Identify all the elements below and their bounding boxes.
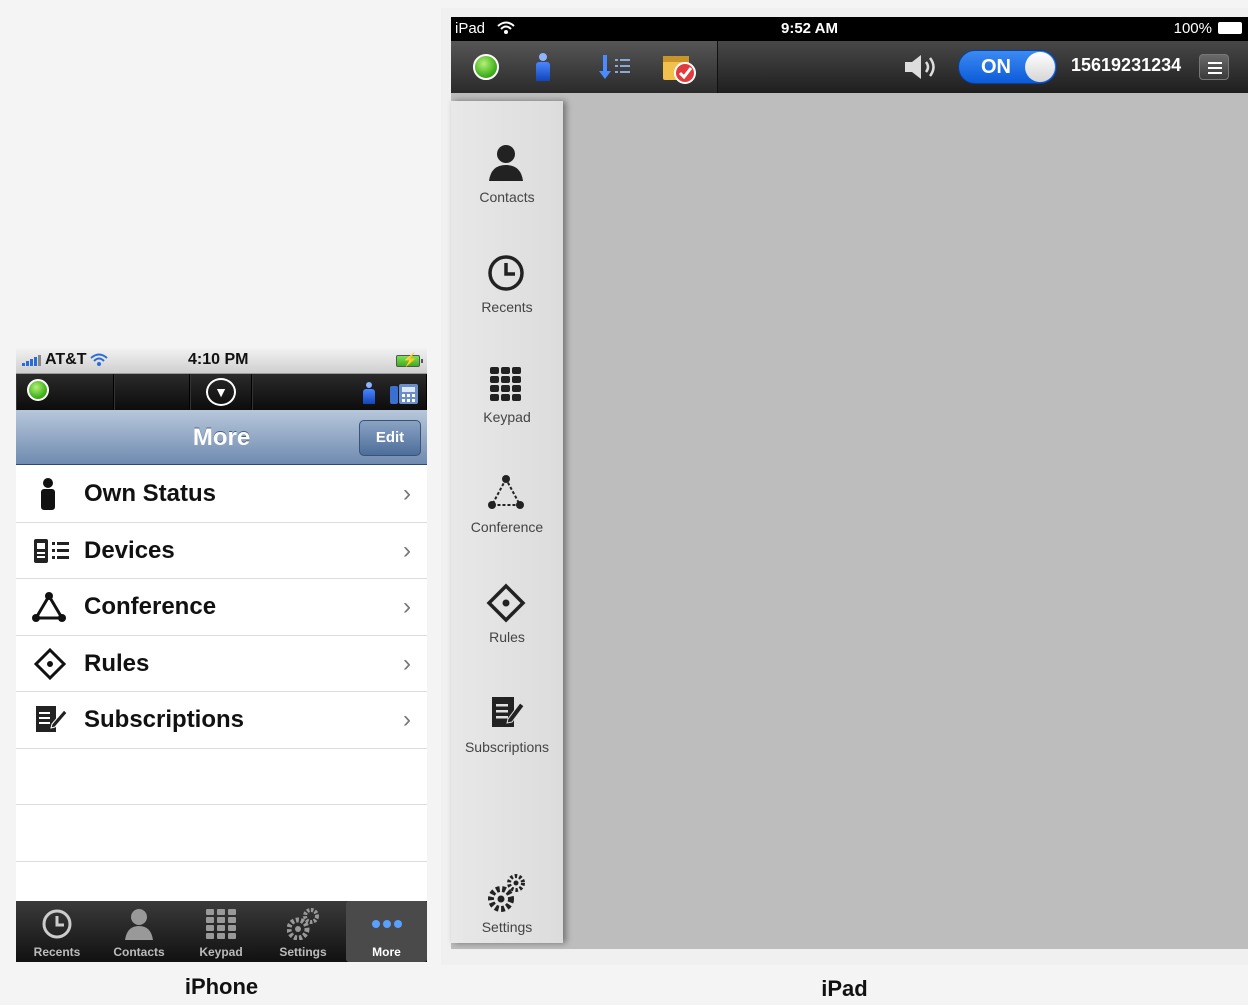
- battery-charging-icon: ⚡: [396, 352, 423, 367]
- clock-icon: [42, 909, 72, 939]
- ipad-toolbar: ON 15619231234: [451, 41, 1248, 93]
- presence-status-icon[interactable]: [473, 54, 499, 80]
- iphone-caption: iPhone: [184, 974, 259, 999]
- person-icon[interactable]: [536, 53, 550, 81]
- sort-list-icon[interactable]: [597, 53, 633, 81]
- sidebar-item-subscriptions[interactable]: Subscriptions: [451, 693, 563, 793]
- desk-phone-icon[interactable]: [390, 382, 418, 404]
- iphone-screen: AT&T 4:10 PM ⚡ ▼ More Edit Own Status › …: [16, 348, 427, 962]
- gears-icon: [287, 908, 319, 940]
- empty-row: [16, 805, 427, 862]
- tab-label: Recents: [33, 945, 81, 959]
- carrier-name: AT&T: [45, 351, 87, 368]
- list-item-devices[interactable]: Devices ›: [16, 523, 427, 579]
- sidebar-item-label: Subscriptions: [464, 739, 550, 755]
- tab-label: Settings: [279, 945, 327, 959]
- sidebar-item-conference[interactable]: Conference: [451, 473, 563, 573]
- keypad-icon: [206, 909, 236, 939]
- gears-icon: [488, 874, 525, 912]
- tab-settings[interactable]: Settings: [262, 901, 344, 962]
- list-item-subscriptions[interactable]: Subscriptions ›: [16, 692, 427, 749]
- signal-bars-icon: [22, 354, 41, 366]
- device-name: iPad: [455, 20, 486, 37]
- presence-status-icon[interactable]: [27, 379, 49, 401]
- keypad-icon: [490, 367, 521, 401]
- conference-icon: [488, 475, 524, 509]
- subscriptions-icon: [492, 697, 525, 727]
- more-dots-icon: [372, 920, 402, 928]
- menu-icon[interactable]: [1199, 54, 1229, 80]
- chevron-right-icon: ›: [403, 536, 411, 564]
- chevron-down-icon[interactable]: ▼: [206, 378, 236, 406]
- chevron-right-icon: ›: [403, 480, 411, 507]
- more-list: Own Status › Devices › Conference › Rule…: [16, 466, 427, 918]
- sidebar-item-recents[interactable]: Recents: [451, 253, 563, 353]
- list-item-label: Devices: [84, 536, 175, 564]
- list-item-label: Conference: [84, 593, 217, 620]
- sidebar-item-label: Keypad: [483, 409, 531, 425]
- speaker-volume-icon[interactable]: [903, 53, 943, 81]
- wifi-icon: [497, 21, 515, 34]
- chevron-right-icon: ›: [403, 649, 411, 677]
- tab-keypad[interactable]: Keypad: [180, 901, 262, 962]
- empty-row: [16, 749, 427, 805]
- sidebar-item-rules[interactable]: Rules: [451, 583, 563, 683]
- iphone-toolbar: ▼: [16, 374, 427, 410]
- battery-percent: 100%: [1173, 20, 1212, 37]
- person-icon[interactable]: [363, 382, 375, 404]
- sidebar-item-label: Rules: [489, 629, 525, 645]
- toggle-label: ON: [981, 56, 1011, 78]
- phone-number: 15619231234: [1071, 55, 1182, 75]
- navigation-bar: More Edit: [16, 410, 427, 465]
- tab-more[interactable]: More: [346, 901, 427, 962]
- list-item-label: Rules: [84, 649, 150, 677]
- sidebar-item-label: Conference: [470, 519, 544, 535]
- edit-button[interactable]: Edit: [359, 420, 421, 456]
- sidebar-item-label: Recents: [481, 299, 533, 315]
- person-icon: [41, 478, 55, 510]
- ipad-screen: iPad 9:52 AM 100% ON 15619231234 Contact…: [441, 8, 1248, 965]
- battery-icon: [1218, 22, 1242, 34]
- calendar-check-icon[interactable]: [661, 52, 697, 84]
- sidebar-item-label: Contacts: [479, 189, 535, 205]
- subscriptions-icon: [36, 706, 68, 732]
- sidebar-item-keypad[interactable]: Keypad: [451, 363, 563, 463]
- main-content-area: [451, 93, 1248, 949]
- status-time: 4:10 PM: [188, 351, 249, 368]
- tab-label: Contacts: [113, 945, 165, 959]
- clock-icon: [488, 255, 524, 291]
- ipad-caption: iPad: [821, 976, 868, 1001]
- sidebar-item-contacts[interactable]: Contacts: [451, 143, 563, 243]
- rules-icon: [33, 647, 67, 680]
- conference-icon: [32, 592, 66, 622]
- devices-icon: [34, 538, 69, 563]
- chevron-right-icon: ›: [403, 706, 411, 733]
- list-item-label: Subscriptions: [84, 706, 245, 733]
- person-icon: [489, 145, 523, 181]
- chevron-right-icon: ›: [403, 593, 411, 620]
- person-icon: [125, 909, 153, 940]
- ipad-sidebar: Contacts Recents Keypad Conference Rules…: [451, 101, 563, 943]
- ipad-status-bar: iPad 9:52 AM 100%: [451, 17, 1248, 41]
- sidebar-item-settings[interactable]: Settings: [451, 873, 563, 965]
- sidebar-item-label: Settings: [481, 919, 533, 935]
- toggle-knob: [1025, 52, 1055, 82]
- iphone-status-bar: AT&T 4:10 PM ⚡: [16, 348, 427, 374]
- wifi-icon: [90, 353, 109, 366]
- list-item-label: Own Status: [84, 480, 217, 507]
- tab-bar: Recents Contacts Keypad Settings More: [16, 901, 427, 962]
- tab-label: Keypad: [199, 945, 243, 959]
- list-item-rules[interactable]: Rules ›: [16, 636, 427, 692]
- rules-icon: [486, 583, 526, 623]
- tab-recents[interactable]: Recents: [16, 901, 98, 962]
- list-item-own-status[interactable]: Own Status ›: [16, 466, 427, 523]
- tab-contacts[interactable]: Contacts: [98, 901, 180, 962]
- list-item-conference[interactable]: Conference ›: [16, 579, 427, 636]
- on-off-toggle[interactable]: ON: [958, 50, 1057, 84]
- tab-label: More: [372, 945, 401, 959]
- status-time: 9:52 AM: [781, 20, 838, 37]
